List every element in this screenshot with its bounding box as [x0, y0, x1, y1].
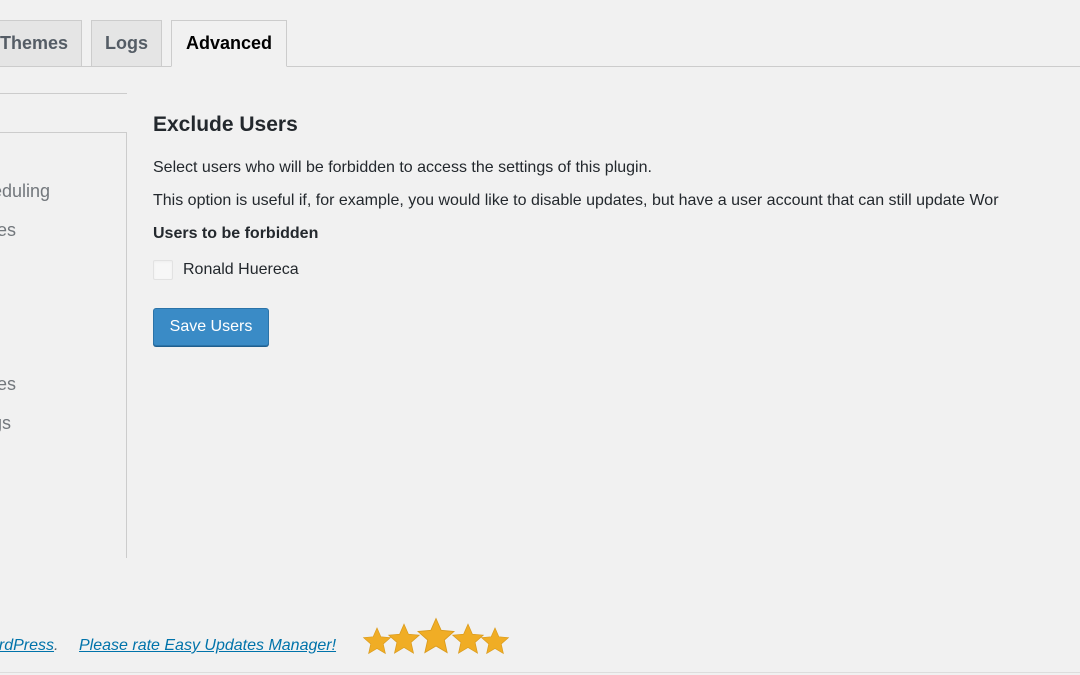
star-icon[interactable]: [416, 616, 456, 656]
footer-prefix: ordPress.: [0, 637, 58, 655]
tab-themes[interactable]: Themes: [0, 20, 82, 67]
footer-divider: [0, 672, 1080, 673]
tab-strip-divider: [0, 66, 1080, 67]
sidebar-divider: [0, 93, 127, 94]
tab-advanced[interactable]: Advanced: [171, 20, 287, 67]
users-heading: Users to be forbidden: [153, 225, 319, 242]
star-icon[interactable]: [480, 626, 510, 656]
sidebar-item-updates[interactable]: tes: [0, 220, 16, 241]
save-users-button[interactable]: Save Users: [153, 308, 269, 346]
rating-stars[interactable]: [362, 612, 510, 656]
tab-logs[interactable]: Logs: [91, 20, 162, 67]
wordpress-link[interactable]: ordPress: [0, 637, 54, 654]
section-title: Exclude Users: [153, 113, 298, 136]
user-option: Ronald Huereca: [153, 259, 299, 281]
main-content: Exclude Users Select users who will be f…: [153, 110, 1080, 346]
footer-separator: .: [54, 637, 59, 654]
settings-page: Themes Logs Advanced eduling tes tes gs …: [0, 0, 1080, 675]
rate-link[interactable]: Please rate Easy Updates Manager!: [79, 637, 336, 655]
description-text: Select users who will be forbidden to ac…: [153, 159, 652, 176]
user-checkbox[interactable]: [153, 260, 173, 280]
user-label[interactable]: Ronald Huereca: [183, 261, 299, 279]
sidebar-item-scheduling[interactable]: eduling: [0, 181, 50, 202]
sidebar-item-logs[interactable]: gs: [0, 413, 11, 434]
sidebar-item-updates-2[interactable]: tes: [0, 374, 16, 395]
description-text-2: This option is useful if, for example, y…: [153, 192, 999, 209]
